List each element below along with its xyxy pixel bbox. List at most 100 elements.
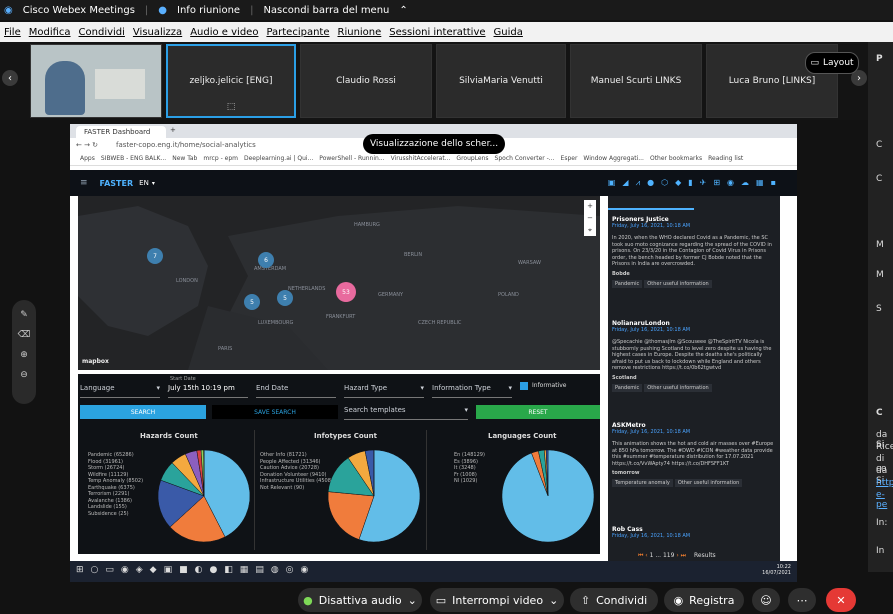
participant-tile[interactable]: Claudio Rossi <box>300 44 432 118</box>
meeting-controls: ● Disattiva audio ⌄ ▭ Interrompi video ⌄ ⇧ Co… <box>0 582 893 614</box>
toolbar-icons[interactable]: ▣◢⩘●⬡◆▮✈⊞◉☁▦▪ <box>608 178 783 188</box>
menu-file[interactable]: File <box>4 27 21 38</box>
hide-menu-link[interactable]: Nascondi barra del menu <box>263 5 389 16</box>
map-cluster-marker[interactable]: 5 <box>244 294 260 310</box>
chat-link[interactable]: http <box>876 478 893 488</box>
menu-audio-video[interactable]: Audio e video <box>190 27 258 38</box>
zoom-out-icon[interactable]: ⊖ <box>12 370 36 380</box>
tweet-card[interactable]: Prisoners Justice Friday, July 16, 2021,… <box>612 216 776 288</box>
share-button[interactable]: ⇧ Condividi <box>570 588 658 612</box>
stop-video-button[interactable]: ▭ Interrompi video ⌄ <box>430 588 564 612</box>
save-search-button[interactable]: SAVE SEARCH <box>212 405 338 419</box>
panel-letter: M <box>876 240 884 250</box>
participant-tile[interactable]: Manuel Scurti LINKS <box>570 44 702 118</box>
tab-title: FASTER Dashboard <box>84 128 151 136</box>
leave-meeting-button[interactable]: ✕ <box>826 588 856 612</box>
participant-tile[interactable]: zeljko.jelicic [ENG] ⬚ <box>166 44 296 118</box>
chat-link[interactable]: e-pe <box>876 490 893 510</box>
menu-partecipante[interactable]: Partecipante <box>266 27 329 38</box>
map-label: CZECH REPUBLIC <box>418 320 462 326</box>
zoom-controls[interactable]: + − ⌖ <box>584 200 596 236</box>
bookmark[interactable]: Spoch Converter -... <box>495 155 555 162</box>
prev-participants-button[interactable]: ‹ <box>2 70 18 86</box>
panel-letter: C <box>876 140 883 150</box>
bookmark[interactable]: VirusshitAccelerat... <box>391 155 451 162</box>
tab-aggregations[interactable] <box>694 196 780 210</box>
menu-riunione[interactable]: Riunione <box>338 27 382 38</box>
menu-bar: File Modifica Condividi Visualizza Audio… <box>0 22 893 42</box>
layout-icon: ▭ <box>810 58 819 68</box>
legend-item: Subsidence (25) <box>88 510 129 517</box>
map-view[interactable]: HAMBURG BERLIN WARSAW LONDON AMSTERDAM F… <box>78 196 600 370</box>
mute-button[interactable]: ● Disattiva audio ⌄ <box>298 588 422 612</box>
back-forward-icon[interactable]: ← → ↻ <box>76 141 98 149</box>
end-date-input[interactable]: End Date <box>256 384 336 398</box>
zoom-in-icon[interactable]: ⊕ <box>12 350 36 360</box>
app-brand: FASTER <box>99 178 134 188</box>
bookmark[interactable]: Apps <box>80 155 95 162</box>
tweet-tags: Pandemic Other useful information <box>612 279 776 288</box>
self-video-tile[interactable] <box>30 44 162 118</box>
map-cluster-marker[interactable]: 6 <box>258 252 274 268</box>
search-button[interactable]: SEARCH <box>80 405 206 419</box>
tweet-card[interactable]: ASKMetro Friday, July 16, 2021, 10:18 AM… <box>612 422 776 487</box>
infotypes-legend: Other Info (81721) People Affected (3134… <box>260 452 333 491</box>
menu-visualizza[interactable]: Visualizza <box>133 27 182 38</box>
participant-name: zeljko.jelicic [ENG] <box>189 76 273 86</box>
layout-button[interactable]: ▭ Layout <box>805 52 859 74</box>
tag: Other useful information <box>674 479 743 487</box>
mute-label: Disattiva audio <box>318 593 402 607</box>
new-tab-icon[interactable]: + <box>170 126 176 134</box>
bookmark[interactable]: mrcp - epm <box>203 155 238 162</box>
last-page-icon[interactable]: › ⏭ <box>676 552 686 559</box>
browser-tab[interactable]: FASTER Dashboard <box>76 126 166 138</box>
first-page-icon[interactable]: ⏮ ‹ <box>638 552 648 559</box>
information-type-dropdown[interactable]: Information Type ▾ <box>432 384 512 398</box>
tweet-card[interactable]: NolianaruLondon Friday, July 16, 2021, 1… <box>612 320 776 392</box>
language-dropdown[interactable]: Language ▾ <box>80 384 160 398</box>
menu-condividi[interactable]: Condividi <box>79 27 125 38</box>
map-cluster-marker[interactable]: 5 <box>277 290 293 306</box>
windows-taskbar: ⊞○▭◉◈◆▣■◐●◧▦▤◍◎◉ 10:22 16/07/2021 <box>70 561 797 582</box>
pagination[interactable]: ⏮ ‹ 1 ... 119 › ⏭ Results <box>638 552 716 560</box>
start-date-input[interactable]: July 15th 10:19 pm <box>168 384 248 398</box>
info-icon: ● <box>158 4 168 16</box>
menu-modifica[interactable]: Modifica <box>29 27 71 38</box>
bookmark[interactable]: Window Aggregati... <box>583 155 644 162</box>
divider <box>426 430 427 550</box>
menu-sessioni[interactable]: Sessioni interattive <box>389 27 485 38</box>
tab-tweets[interactable] <box>608 196 694 210</box>
more-button[interactable]: ⋯ <box>788 588 816 612</box>
chevron-up-icon[interactable]: ⌃ <box>399 5 407 16</box>
bookmark[interactable]: SIBWEB - ENG BALK... <box>101 155 166 162</box>
map-cluster-marker[interactable]: 7 <box>147 248 163 264</box>
bookmark[interactable]: Reading list <box>708 155 743 162</box>
search-templates-dropdown[interactable]: Search templates ▾ <box>344 406 468 420</box>
taskbar-icons[interactable]: ⊞○▭◉◈◆▣■◐●◧▦▤◍◎◉ <box>76 565 315 575</box>
participant-tile[interactable]: SilviaMaria Venutti <box>436 44 566 118</box>
hamburger-icon[interactable]: ≡ <box>80 178 88 188</box>
language-select[interactable]: EN <box>139 179 149 187</box>
map-label: GERMANY <box>378 292 404 298</box>
bookmark[interactable]: Esper <box>561 155 578 162</box>
record-icon: ◉ <box>673 593 684 607</box>
url-field[interactable]: faster-copo.eng.it/home/social-analytics <box>116 141 256 149</box>
bookmark[interactable]: PowerShell - Runnin... <box>319 155 384 162</box>
bookmark[interactable]: New Tab <box>172 155 197 162</box>
map-cluster-marker[interactable]: 53 <box>336 282 356 302</box>
bookmark[interactable]: GroupLens <box>456 155 488 162</box>
informative-checkbox[interactable] <box>520 382 528 390</box>
reset-button[interactable]: RESET <box>476 405 600 419</box>
record-button[interactable]: ◉ Registra <box>664 588 744 612</box>
reactions-button[interactable]: ☺ <box>752 588 780 612</box>
eraser-icon[interactable]: ⌫ <box>12 330 36 340</box>
pen-icon[interactable]: ✎ <box>12 310 36 320</box>
tweet-card[interactable]: Rob Cass Friday, July 16, 2021, 10:18 AM <box>612 526 776 539</box>
hazard-type-dropdown[interactable]: Hazard Type ▾ <box>344 384 424 398</box>
meeting-info-link[interactable]: Info riunione <box>177 5 240 16</box>
menu-guida[interactable]: Guida <box>494 27 523 38</box>
bookmark[interactable]: Deeplearning.ai | Qui... <box>244 155 313 162</box>
divider: | <box>250 4 254 16</box>
bookmark[interactable]: Other bookmarks <box>650 155 702 162</box>
caret-down-icon[interactable]: ▾ <box>152 180 155 187</box>
